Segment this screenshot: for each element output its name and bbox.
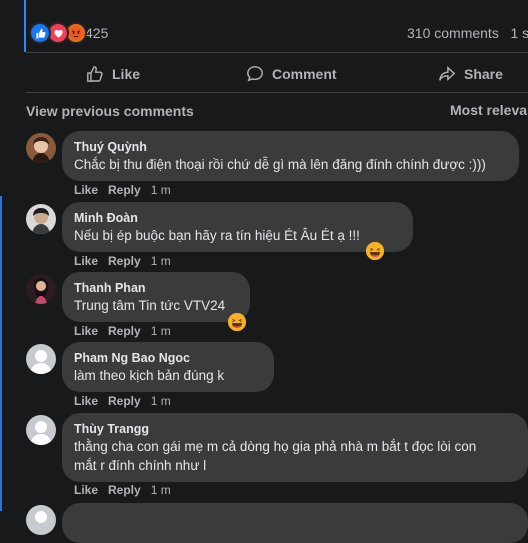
commenter-name[interactable]: Minh Đoàn: [74, 210, 401, 226]
comments-count[interactable]: 310 comments 1 s: [407, 25, 528, 41]
comment-reply-button[interactable]: Reply: [108, 324, 141, 338]
comment-timestamp[interactable]: 1 m: [151, 483, 171, 497]
comment-reply-button[interactable]: Reply: [108, 483, 141, 497]
post-actions: Like Comment Share: [26, 60, 528, 88]
reactions-summary[interactable]: [29, 22, 87, 44]
comment-text: Nếu bị ép buộc bạn hãy ra tín hiệu Ét Âu…: [74, 228, 360, 243]
like-icon: [29, 22, 51, 44]
comment-like-button[interactable]: Like: [74, 483, 98, 497]
comment-like-button[interactable]: Like: [74, 324, 98, 338]
comment-button-label: Comment: [272, 66, 337, 82]
thread-accent-line: [0, 196, 2, 511]
comment-like-button[interactable]: Like: [74, 254, 98, 268]
commenter-name[interactable]: Thanh Phan: [74, 280, 238, 296]
comment-reply-button[interactable]: Reply: [108, 254, 141, 268]
avatar[interactable]: [26, 204, 56, 234]
post-accent-line: [24, 0, 26, 52]
thumbs-up-icon: [87, 66, 103, 82]
comment-bubble: Thùy Trangg thằng cha con gái mẹ m cả dò…: [62, 413, 528, 482]
comment-timestamp[interactable]: 1 m: [151, 324, 171, 338]
comment-actions: Like Reply 1 m: [74, 394, 171, 408]
share-button[interactable]: Share: [438, 60, 503, 88]
comment-bubble: Thuý Quỳnh Chắc bị thu điện thoại rồi ch…: [62, 131, 519, 181]
comment-bubble: [62, 503, 528, 543]
comment-bubble: Thanh Phan Trung tâm Tin tức VTV24: [62, 272, 250, 322]
comment-button[interactable]: Comment: [246, 60, 337, 88]
sort-comments-dropdown[interactable]: Most relevant: [450, 102, 528, 118]
comment-actions: Like Reply 1 m: [74, 254, 171, 268]
commenter-name[interactable]: Thùy Trangg: [74, 421, 516, 437]
comment-actions: Like Reply 1 m: [74, 483, 171, 497]
comment-reply-button[interactable]: Reply: [108, 183, 141, 197]
post-stats-bar: 425 310 comments 1 s: [27, 18, 528, 48]
comment-timestamp[interactable]: 1 m: [151, 183, 171, 197]
comment-timestamp[interactable]: 1 m: [151, 254, 171, 268]
divider: [26, 92, 528, 93]
comment-text-line: thằng cha con gái mẹ m cả dòng họ gia ph…: [74, 439, 477, 454]
avatar[interactable]: [26, 274, 56, 304]
reaction-count[interactable]: 425: [85, 25, 108, 41]
like-button[interactable]: Like: [86, 60, 140, 88]
view-previous-comments-link[interactable]: View previous comments: [26, 103, 194, 119]
comment-text: Trung tâm Tin tức VTV24: [74, 298, 226, 313]
comment-text: làm theo kịch bản đúng k: [74, 368, 225, 383]
comment-actions: Like Reply 1 m: [74, 183, 171, 197]
comment-reply-button[interactable]: Reply: [108, 394, 141, 408]
comment-timestamp[interactable]: 1 m: [151, 394, 171, 408]
comment-bubble: Pham Ng Bao Ngoc làm theo kịch bản đúng …: [62, 342, 274, 392]
avatar[interactable]: [26, 415, 56, 445]
haha-icon[interactable]: [228, 313, 246, 331]
comment-icon: [247, 66, 263, 82]
commenter-name[interactable]: Pham Ng Bao Ngoc: [74, 350, 262, 366]
comment-text: Chắc bị thu điện thoại rồi chứ dễ gì mà …: [74, 157, 486, 172]
avatar[interactable]: [26, 505, 56, 535]
like-button-label: Like: [112, 66, 141, 82]
comment-like-button[interactable]: Like: [74, 183, 98, 197]
comment-text-line: mắt r đính chính như l: [74, 458, 207, 473]
avatar[interactable]: [26, 344, 56, 374]
comment-like-button[interactable]: Like: [74, 394, 98, 408]
comment-bubble: Minh Đoàn Nếu bị ép buộc bạn hãy ra tín …: [62, 202, 413, 252]
share-icon: [439, 66, 456, 82]
divider: [26, 52, 528, 53]
haha-icon[interactable]: [366, 242, 384, 260]
comment-actions: Like Reply 1 m: [74, 324, 171, 338]
commenter-name[interactable]: Thuý Quỳnh: [74, 139, 507, 155]
avatar[interactable]: [26, 133, 56, 163]
share-button-label: Share: [464, 66, 503, 82]
